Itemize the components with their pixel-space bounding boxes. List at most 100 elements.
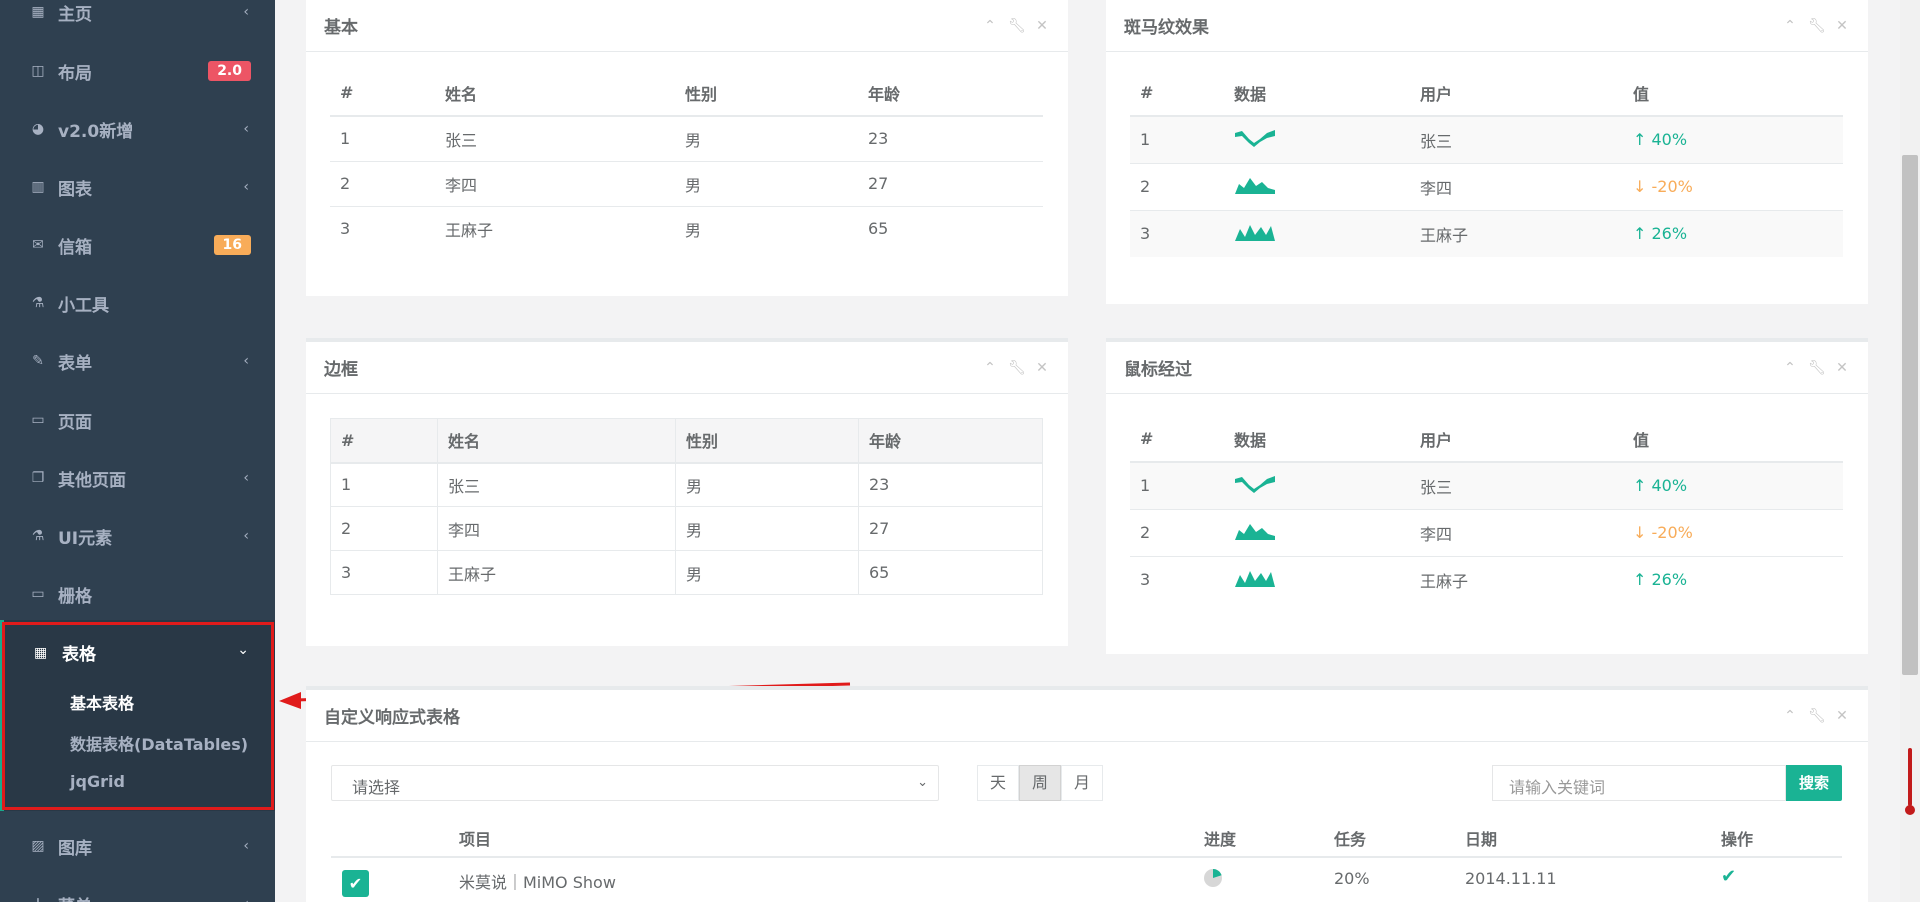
- cell: 李四: [1410, 508, 1623, 556]
- collapse-icon[interactable]: ⌃: [982, 360, 998, 376]
- sidebar-item-label: 小工具: [58, 295, 109, 316]
- sidebar-item-layout[interactable]: ◫ 布局 2.0: [0, 42, 275, 100]
- value-cell: ↑ 40%: [1623, 461, 1843, 509]
- sidebar-item-label: 栅格: [58, 586, 92, 607]
- sidebar-item-label: 表单: [58, 353, 92, 374]
- cell: 1: [1130, 461, 1224, 509]
- column-header: #: [330, 418, 438, 464]
- sidebar-item-v2-new[interactable]: ◕ v2.0新增 ‹: [0, 100, 275, 158]
- table-row[interactable]: 3 王麻子 ↑ 26%: [1130, 555, 1843, 603]
- wrench-icon[interactable]: 🔧︎: [1808, 18, 1826, 34]
- close-icon[interactable]: ✕: [1834, 360, 1850, 376]
- collapse-icon[interactable]: ⌃: [1782, 708, 1798, 724]
- table-row[interactable]: 1 张三 ↑ 40%: [1130, 461, 1843, 509]
- sidebar-item-home[interactable]: ▦ 主页 ‹: [0, 0, 275, 41]
- arrow-down-icon: ↓: [1633, 523, 1647, 542]
- close-icon[interactable]: ✕: [1034, 18, 1050, 34]
- scrollbar-thumb[interactable]: [1902, 155, 1918, 675]
- panel-header: 斑马纹效果 ⌃ 🔧︎ ✕: [1106, 0, 1868, 52]
- sidebar-item-ui-elements[interactable]: ⚗ UI元素 ‹: [0, 507, 275, 565]
- wrench-icon[interactable]: 🔧︎: [1008, 360, 1026, 376]
- collapse-icon[interactable]: ⌃: [1782, 18, 1798, 34]
- filter-select[interactable]: 请选择 ⌄: [331, 765, 939, 801]
- panel-title: 基本: [324, 18, 358, 38]
- sidebar-item-grid[interactable]: ▭ 栅格: [0, 565, 275, 623]
- chevron-left-icon: ‹: [243, 838, 249, 854]
- column-header: 用户: [1410, 70, 1623, 117]
- cell: 1: [1130, 115, 1224, 163]
- check-icon[interactable]: ✔: [1721, 866, 1736, 887]
- value-text: 26%: [1651, 570, 1688, 590]
- chevron-down-icon: ⌄: [917, 775, 928, 790]
- panel-tools: ⌃ 🔧︎ ✕: [1782, 18, 1850, 34]
- column-header: 年龄: [858, 70, 1043, 117]
- table-row: 1 张三 ↑ 40%: [1130, 115, 1843, 163]
- column-header: #: [330, 70, 435, 117]
- cell: 3: [330, 205, 435, 251]
- sidebar-item-pages[interactable]: ▭ 页面: [0, 391, 275, 449]
- cell: 2: [1130, 508, 1224, 556]
- cell: 3: [1130, 209, 1224, 257]
- sidebar: ▦ 主页 ‹ ◫ 布局 2.0 ◕ v2.0新增 ‹ ▥ 图表 ‹ ✉ 信箱 16 ⚗ 小工具 ✎ 表单…: [0, 0, 275, 902]
- column-header: 数据: [1224, 70, 1410, 117]
- sidebar-item-label: 信箱: [58, 237, 92, 258]
- cell: 李四: [1410, 162, 1623, 210]
- close-icon[interactable]: ✕: [1834, 18, 1850, 34]
- grid-icon: ▦: [31, 4, 45, 20]
- wrench-icon[interactable]: 🔧︎: [1808, 708, 1826, 724]
- column-header: #: [1130, 70, 1224, 117]
- collapse-icon[interactable]: ⌃: [982, 18, 998, 34]
- flask-icon: ⚗: [31, 295, 45, 311]
- wrench-icon[interactable]: 🔧︎: [1008, 18, 1026, 34]
- period-week-button[interactable]: 周: [1019, 765, 1062, 801]
- period-toggle: 天 周 月: [977, 765, 1104, 801]
- table-row: 3 王麻子男 65: [330, 550, 1043, 595]
- sparkline-peaks: [1224, 555, 1410, 603]
- collapse-icon[interactable]: ⌃: [1782, 360, 1798, 376]
- arrow-up-icon: ↑: [1633, 476, 1647, 496]
- row-checkbox[interactable]: ✔: [342, 870, 369, 897]
- cell: 男: [675, 160, 858, 206]
- value-cell: ↓ -20%: [1623, 162, 1843, 210]
- period-day-button[interactable]: 天: [977, 765, 1020, 801]
- search-button[interactable]: 搜索: [1786, 765, 1842, 801]
- chevron-left-icon: ‹: [243, 528, 249, 544]
- sidebar-item-charts[interactable]: ▥ 图表 ‹: [0, 158, 275, 216]
- panel-title: 边框: [324, 360, 358, 380]
- table-row: 1 张三男 23: [330, 462, 1043, 507]
- column-header: 性别: [675, 70, 858, 117]
- sidebar-item-forms[interactable]: ✎ 表单 ‹: [0, 332, 275, 390]
- cell: 65: [858, 205, 1043, 251]
- sidebar-item-label: UI元素: [58, 528, 113, 549]
- table-row[interactable]: 2 李四 ↓ -20%: [1130, 508, 1843, 556]
- version-badge: 2.0: [208, 61, 251, 81]
- panel-title: 自定义响应式表格: [324, 708, 460, 728]
- files-icon: ❐: [31, 470, 45, 486]
- sparkline-wave: [1224, 115, 1410, 163]
- panel-tools: ⌃ 🔧︎ ✕: [1782, 708, 1850, 724]
- panel-bordered: 边框 ⌃ 🔧︎ ✕ # 姓名 性别 年龄 1 张三男 23 2 李四男 27 3 王麻子男 65: [306, 338, 1068, 646]
- cell: 王麻子: [437, 550, 676, 595]
- arrow-up-icon: ↑: [1633, 570, 1647, 590]
- sidebar-item-menus[interactable]: ⊥ 菜单 ‹: [0, 875, 275, 902]
- cell: 2: [1130, 162, 1224, 210]
- sparkline-mountain: [1224, 508, 1410, 556]
- sidebar-item-gallery[interactable]: ▨ 图库 ‹: [0, 817, 275, 875]
- period-month-button[interactable]: 月: [1061, 765, 1104, 801]
- sidebar-item-other-pages[interactable]: ❐ 其他页面 ‹: [0, 449, 275, 507]
- close-icon[interactable]: ✕: [1834, 708, 1850, 724]
- sidebar-item-mailbox[interactable]: ✉ 信箱 16: [0, 216, 275, 274]
- cell: 男: [675, 115, 858, 161]
- column-header: 值: [1623, 416, 1843, 463]
- cell: 王麻子: [1410, 209, 1623, 257]
- project-name: 米莫说｜MiMO Show: [459, 873, 616, 892]
- wrench-icon[interactable]: 🔧︎: [1808, 360, 1826, 376]
- chevron-left-icon: ‹: [243, 121, 249, 137]
- column-header: 年龄: [858, 418, 1043, 464]
- sidebar-item-widgets[interactable]: ⚗ 小工具: [0, 274, 275, 332]
- close-icon[interactable]: ✕: [1034, 360, 1050, 376]
- cell: 3: [330, 550, 438, 595]
- sidebar-item-label: v2.0新增: [58, 121, 134, 142]
- search-input[interactable]: 请输入关键词: [1492, 765, 1786, 801]
- column-header: 用户: [1410, 416, 1623, 463]
